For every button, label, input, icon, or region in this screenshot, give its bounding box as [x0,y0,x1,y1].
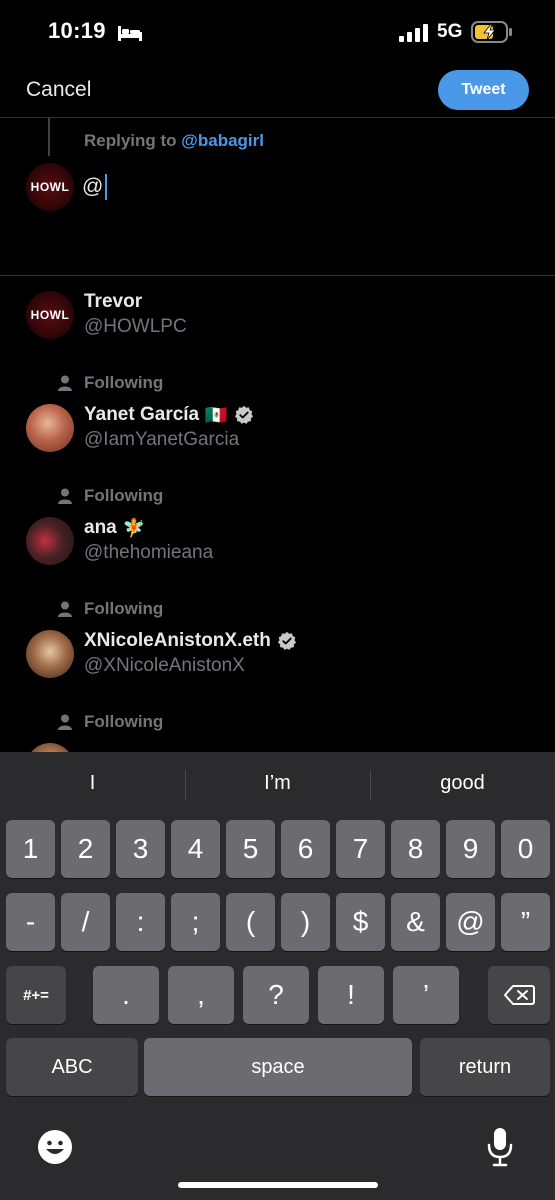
key-5[interactable]: 5 [226,820,275,878]
keyboard: I I’m good 1 2 3 4 5 6 7 8 9 0 - / : ; (… [0,752,555,1200]
verified-badge-icon [277,631,296,650]
network-type: 5G [437,21,463,42]
key-8[interactable]: 8 [391,820,440,878]
delete-key[interactable] [488,966,550,1024]
predictive-text-bar: I I’m good [0,752,555,818]
key-ampersand[interactable]: & [391,893,440,951]
compose-header: Cancel Tweet [0,62,555,118]
suggestion-avatar [26,517,74,565]
prediction-3[interactable]: good [370,772,555,795]
suggestion-name: Trevor [84,291,142,313]
backspace-icon [504,985,535,1005]
key-apostrophe[interactable]: ’ [393,966,459,1024]
avatar-logo-text: HOWL [30,180,70,194]
key-7[interactable]: 7 [336,820,385,878]
mention-suggestion[interactable]: Following ana 🧚 @thehomieana [0,479,555,579]
key-more-symbols[interactable]: #+= [6,966,66,1024]
home-indicator[interactable] [178,1182,378,1188]
replying-to-label[interactable]: Replying to @babagirl [84,131,264,151]
following-indicator: Following [58,599,163,619]
suggestion-handle: @HOWLPC [84,316,187,337]
suggestion-avatar [26,404,74,452]
key-1[interactable]: 1 [6,820,55,878]
flag-mexico-icon: 🇲🇽 [205,404,228,425]
cancel-button[interactable]: Cancel [26,78,91,102]
space-key[interactable]: space [144,1038,412,1096]
key-hyphen[interactable]: - [6,893,55,951]
microphone-icon[interactable] [485,1126,515,1168]
suggestion-name-text: Yanet García [84,404,200,425]
suggestion-avatar: HOWL [26,291,74,339]
key-comma[interactable]: , [168,966,234,1024]
person-icon [58,714,72,730]
key-2[interactable]: 2 [61,820,110,878]
suggestion-avatar [26,630,74,678]
return-key[interactable]: return [420,1038,550,1096]
person-icon [58,375,72,391]
key-close-paren[interactable]: ) [281,893,330,951]
battery-charging-icon [471,21,512,43]
key-4[interactable]: 4 [171,820,220,878]
replying-handle[interactable]: @babagirl [181,131,264,150]
verified-badge-icon [234,405,253,424]
key-9[interactable]: 9 [446,820,495,878]
prediction-2[interactable]: I’m [185,772,370,795]
following-label: Following [84,599,164,618]
key-slash[interactable]: / [61,893,110,951]
user-avatar: HOWL [26,163,74,211]
fairy-emoji-icon: 🧚 [122,517,146,538]
following-label: Following [84,373,164,392]
text-caret [105,174,108,200]
suggestion-name-text: XNicoleAnistonX.eth [84,630,271,651]
suggestion-name: Yanet García 🇲🇽 [84,404,254,426]
mention-suggestion[interactable]: Following [0,705,555,752]
following-label: Following [84,486,164,505]
mention-suggestion[interactable]: Following Yanet García 🇲🇽 @IamYanetGarci… [0,366,555,466]
key-0[interactable]: 0 [501,820,550,878]
suggestion-name-text: ana [84,517,117,538]
suggestion-handle: @IamYanetGarcia [84,429,240,450]
person-icon [58,488,72,504]
mention-suggestion[interactable]: Following XNicoleAnistonX.eth @XNicoleAn… [0,592,555,692]
thread-line [48,118,50,156]
tweet-button[interactable]: Tweet [438,70,529,110]
key-3[interactable]: 3 [116,820,165,878]
key-6[interactable]: 6 [281,820,330,878]
key-quote[interactable]: ” [501,893,550,951]
mention-suggestion[interactable]: HOWL Trevor @HOWLPC [0,280,555,352]
suggestion-name: ana 🧚 [84,517,145,539]
sleep-focus-icon [118,26,142,41]
key-question[interactable]: ? [243,966,309,1024]
emoji-icon[interactable] [37,1129,73,1165]
key-open-paren[interactable]: ( [226,893,275,951]
following-label: Following [84,712,164,731]
status-bar: 10:19 5G [0,0,555,62]
suggestion-name: XNicoleAnistonX.eth [84,630,297,652]
key-period[interactable]: . [93,966,159,1024]
status-time: 10:19 [48,18,106,43]
key-dollar[interactable]: $ [336,893,385,951]
person-icon [58,601,72,617]
key-at[interactable]: @ [446,893,495,951]
cellular-signal-icon [399,24,428,42]
abc-key[interactable]: ABC [6,1038,138,1096]
suggestion-avatar [26,743,74,752]
tweet-text-input[interactable]: @ [82,174,108,200]
suggestion-name-text: Trevor [84,291,143,312]
prediction-1[interactable]: I [0,772,185,795]
following-indicator: Following [58,486,163,506]
key-colon[interactable]: : [116,893,165,951]
suggestion-handle: @thehomieana [84,542,214,563]
following-indicator: Following [58,712,163,732]
key-semicolon[interactable]: ; [171,893,220,951]
replying-prefix: Replying to [84,131,177,150]
suggestion-handle: @XNicoleAnistonX [84,655,245,676]
avatar-logo-text: HOWL [30,308,70,322]
tweet-text-value: @ [82,175,104,198]
compose-divider [0,275,555,276]
key-exclamation[interactable]: ! [318,966,384,1024]
following-indicator: Following [58,373,163,393]
